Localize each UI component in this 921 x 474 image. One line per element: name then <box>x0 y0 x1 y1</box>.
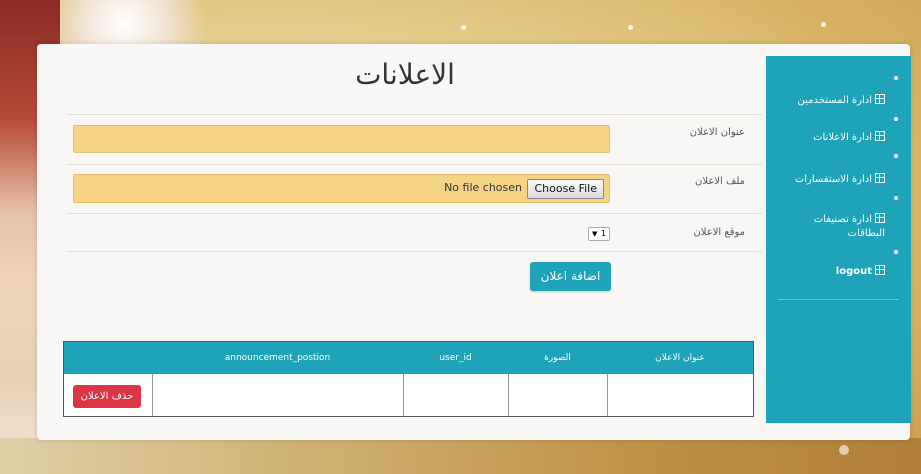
table-header: عنوان الاعلان الصورة user_id announcemen… <box>64 342 753 374</box>
divider <box>66 251 762 252</box>
column-header-user-id: user_id <box>439 353 472 363</box>
background-dot <box>839 445 849 455</box>
sidebar-item-logout[interactable]: logout <box>836 265 885 279</box>
sidebar-item-announcements[interactable]: ادارة الاعلانات <box>813 131 885 145</box>
background-dot <box>628 25 633 30</box>
table-icon <box>875 173 885 183</box>
caret-down-icon: ▼ <box>592 230 598 238</box>
bullet-dot <box>894 117 898 121</box>
table-cell <box>403 374 508 416</box>
table-icon <box>875 131 885 141</box>
page-title: الاعلانات <box>355 58 455 91</box>
bullet-dot <box>894 250 898 254</box>
sidebar-item-users[interactable]: ادارة المستخدمين <box>798 94 885 108</box>
table-cell <box>508 374 607 416</box>
column-header-title: عنوان الاعلان <box>655 353 705 363</box>
divider <box>66 114 762 115</box>
table-icon <box>875 213 885 223</box>
title-input[interactable] <box>73 125 610 153</box>
column-header-position: announcement_postion <box>224 353 331 363</box>
add-announcement-button[interactable]: اضافة اعلان <box>530 262 611 291</box>
file-input[interactable]: No file chosen Choose File <box>73 174 610 203</box>
background-dot <box>461 25 466 30</box>
divider <box>66 213 762 214</box>
choose-file-button[interactable]: Choose File <box>527 179 604 199</box>
background-dot <box>821 22 826 27</box>
file-status-text: No file chosen <box>444 181 522 194</box>
table-cell-actions: حذف الاعلان <box>64 374 152 416</box>
announcements-table: عنوان الاعلان الصورة user_id announcemen… <box>63 341 754 417</box>
sidebar-item-card-categories[interactable]: ادارة تصنيفات البطاقات <box>795 213 885 241</box>
title-field-label: عنوان الاعلان <box>689 127 745 138</box>
sidebar: ادارة المستخدمين ادارة الاعلانات ادارة ا… <box>766 56 911 423</box>
position-select[interactable]: ▼ 1 <box>588 227 610 241</box>
file-field-label: ملف الاعلان <box>695 176 745 187</box>
bullet-dot <box>894 196 898 200</box>
column-header-actions <box>64 342 152 374</box>
position-field-label: موقع الاعلان <box>693 227 745 238</box>
table-icon <box>875 265 885 275</box>
table-icon <box>875 94 885 104</box>
delete-announcement-button[interactable]: حذف الاعلان <box>73 385 141 408</box>
column-header-image: الصورة <box>544 353 571 363</box>
divider <box>66 164 762 165</box>
bullet-dot <box>894 76 898 80</box>
bullet-dot <box>894 154 898 158</box>
table-cell <box>607 374 753 416</box>
sidebar-item-inquiries[interactable]: ادارة الاستفسارات <box>795 173 885 187</box>
sidebar-divider <box>778 299 899 300</box>
background-bottom-band <box>0 438 921 474</box>
table-cell <box>152 374 403 416</box>
